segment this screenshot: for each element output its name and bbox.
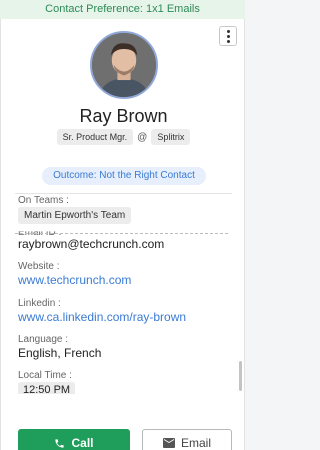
scrollbar-thumb[interactable] bbox=[239, 361, 242, 391]
avatar-photo bbox=[92, 33, 156, 97]
kebab-menu-icon[interactable] bbox=[219, 26, 237, 46]
outcome-badge: Outcome: Not the Right Contact bbox=[42, 167, 206, 185]
call-button[interactable]: Call bbox=[18, 429, 130, 450]
phone-icon bbox=[55, 438, 65, 448]
call-button-label: Call bbox=[71, 436, 94, 450]
email-value: raybrown@techcrunch.com bbox=[18, 237, 165, 251]
website-link[interactable]: www.techcrunch.com bbox=[18, 273, 131, 287]
role-company-row: Sr. Product Mgr. @ Splitrix bbox=[1, 129, 246, 145]
team-chip: Martin Epworth's Team bbox=[18, 207, 132, 224]
at-separator: @ bbox=[137, 131, 148, 143]
job-title-badge: Sr. Product Mgr. bbox=[56, 129, 134, 145]
local-time-chip: 12:50 PM bbox=[18, 382, 76, 394]
details-scroll-area[interactable]: On Teams : Martin Epworth's Team Email I… bbox=[1, 194, 246, 394]
linkedin-label: Linkedin : bbox=[18, 298, 61, 309]
contact-preference-banner: Contact Preference: 1x1 Emails bbox=[0, 0, 245, 19]
avatar bbox=[90, 31, 158, 99]
email-button-label: Email bbox=[180, 436, 211, 450]
teams-label: On Teams : bbox=[18, 195, 69, 206]
contact-name: Ray Brown bbox=[79, 106, 168, 126]
language-value: English, French bbox=[18, 346, 102, 360]
language-label: Language : bbox=[18, 334, 69, 345]
company-badge: Splitrix bbox=[151, 129, 191, 145]
email-button[interactable]: Email bbox=[142, 429, 232, 450]
website-label: Website : bbox=[18, 261, 60, 272]
localtime-label: Local Time : bbox=[18, 370, 72, 381]
linkedin-link[interactable]: www.ca.linkedin.com/ray-brown bbox=[18, 310, 186, 324]
scroll-fade-divider bbox=[15, 233, 228, 234]
contact-card: Ray Brown Sr. Product Mgr. @ Splitrix Ou… bbox=[0, 19, 245, 450]
envelope-icon bbox=[162, 438, 175, 448]
